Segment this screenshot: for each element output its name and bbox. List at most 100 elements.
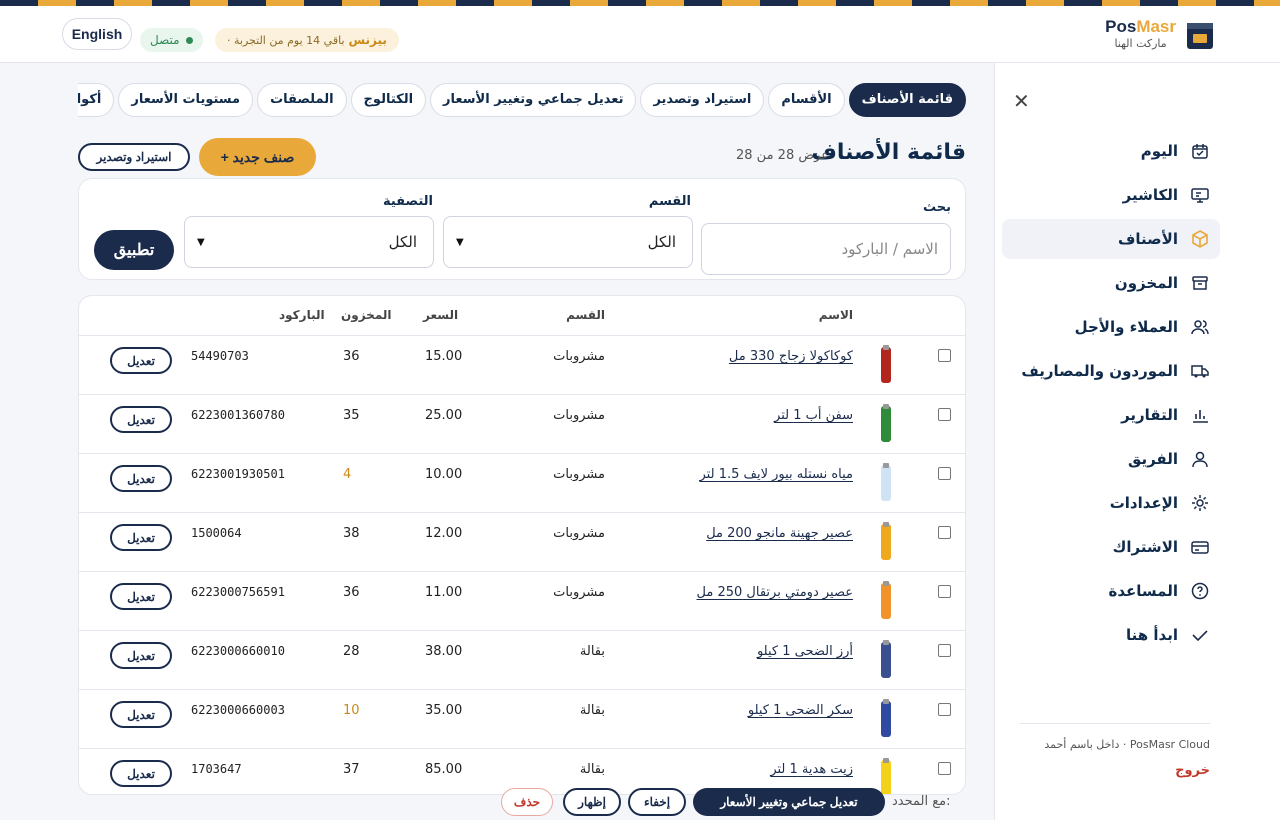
sidebar-item-label: المخزون (1114, 274, 1178, 292)
product-name-link[interactable]: مياه نستله بيور لايف 1.5 لتر (699, 467, 853, 482)
bulk-edit-button[interactable]: تعديل جماعي وتغيير الأسعار (693, 788, 885, 816)
product-name-link[interactable]: أرز الضحى 1 كيلو (757, 644, 853, 659)
new-item-button[interactable]: + صنف جديد (199, 138, 316, 176)
row-checkbox[interactable] (938, 585, 951, 598)
product-barcode: 1500064 (191, 526, 242, 540)
status-dot-icon (185, 36, 193, 44)
sidebar-footer: داخل باسم أحمد · PosMasr Cloud خروج (1020, 723, 1210, 778)
product-price: 38.00 (425, 644, 463, 659)
search-input[interactable]: الاسم / الباركود (701, 223, 951, 275)
bulk-actions-bar: مع المحدد: تعديل جماعي وتغيير الأسعار إخ… (0, 785, 994, 820)
row-checkbox[interactable] (938, 467, 951, 480)
sidebar-item-label: المساعدة (1108, 582, 1179, 600)
category-select[interactable]: ▼ الكل (443, 216, 693, 268)
product-thumbnail (881, 522, 891, 560)
status-filter-select[interactable]: ▼ الكل (184, 216, 434, 268)
product-thumbnail (881, 463, 891, 501)
tab-7[interactable]: أكواد الضرائب (78, 83, 115, 117)
product-price: 11.00 (425, 585, 463, 600)
product-barcode: 1703647 (191, 762, 242, 776)
product-thumbnail (881, 404, 891, 442)
sidebar-item-7[interactable]: الفريق (1002, 439, 1220, 479)
edit-button[interactable]: تعديل (110, 524, 172, 551)
product-price: 35.00 (425, 703, 463, 718)
product-barcode: 6223000660010 (191, 644, 285, 658)
sidebar-item-10[interactable]: المساعدة (1002, 571, 1220, 611)
edit-button[interactable]: تعديل (110, 347, 172, 374)
edit-button[interactable]: تعديل (110, 642, 172, 669)
product-stock: 37 (343, 762, 360, 777)
user-icon (1190, 449, 1210, 469)
brand: PosMasr ماركت الهنا (1105, 18, 1176, 49)
calendar-check-icon (1190, 141, 1210, 161)
show-button[interactable]: إظهار (563, 788, 621, 816)
product-stock: 28 (343, 644, 360, 659)
edit-button[interactable]: تعديل (110, 406, 172, 433)
product-category: مشروبات (553, 526, 605, 541)
delete-button[interactable]: حذف (501, 788, 553, 816)
sidebar-item-label: الكاشير (1122, 186, 1178, 204)
tab-3[interactable]: تعديل جماعي وتغيير الأسعار (430, 83, 637, 117)
edit-button[interactable]: تعديل (110, 760, 172, 787)
sidebar-item-6[interactable]: التقارير (1002, 395, 1220, 435)
sidebar-item-label: العملاء والأجل (1074, 318, 1178, 336)
tab-0[interactable]: قائمة الأصناف (848, 83, 966, 117)
sidebar-item-0[interactable]: اليوم (1002, 131, 1220, 171)
sidebar-item-9[interactable]: الاشتراك (1002, 527, 1220, 567)
hide-button[interactable]: إخفاء (628, 788, 686, 816)
sidebar-item-11[interactable]: ابدأ هنا (1002, 615, 1220, 655)
close-icon[interactable]: ✕ (1013, 89, 1030, 113)
table-row: سكر الضحى 1 كيلو بقالة 35.00 10 622300066000… (79, 690, 965, 749)
items-count: عرض 28 من 28 (736, 148, 829, 163)
product-category: مشروبات (553, 467, 605, 482)
product-stock: 35 (343, 408, 360, 423)
sidebar-item-8[interactable]: الإعدادات (1002, 483, 1220, 523)
row-checkbox[interactable] (938, 526, 951, 539)
import-export-button[interactable]: استيراد وتصدير (78, 143, 190, 171)
sidebar-item-5[interactable]: الموردون والمصاريف (1002, 351, 1220, 391)
product-name-link[interactable]: سكر الضحى 1 كيلو (748, 703, 853, 718)
apply-button[interactable]: تطبيق (94, 230, 174, 270)
product-category: بقالة (579, 644, 605, 659)
sidebar-item-2[interactable]: الأصناف (1002, 219, 1220, 259)
tab-2[interactable]: استيراد وتصدير (640, 83, 765, 117)
tab-5[interactable]: الملصقات (257, 83, 347, 117)
logout-link[interactable]: خروج (1020, 763, 1210, 778)
product-name-link[interactable]: عصير دومتي برتقال 250 مل (697, 585, 853, 600)
items-table: الاسم القسم السعر المخزون الباركود كوكاك… (78, 295, 966, 795)
row-checkbox[interactable] (938, 408, 951, 421)
truck-icon (1190, 361, 1210, 381)
check-icon (1190, 625, 1210, 645)
sidebar-item-1[interactable]: الكاشير (1002, 175, 1220, 215)
tab-4[interactable]: الكتالوج (350, 83, 427, 117)
product-name-link[interactable]: سفن أب 1 لتر (774, 408, 853, 423)
sidebar-item-label: ابدأ هنا (1126, 626, 1178, 644)
row-checkbox[interactable] (938, 703, 951, 716)
search-label: بحث (922, 200, 951, 215)
table-row: عصير جهينة مانجو 200 مل مشروبات 12.00 38 150… (79, 513, 965, 572)
row-checkbox[interactable] (938, 644, 951, 657)
sidebar: ✕ اليوم الكاشير الأصناف المخزون العملاء والأ… (994, 63, 1280, 820)
tab-1[interactable]: الأقسام (768, 83, 845, 117)
edit-button[interactable]: تعديل (110, 701, 172, 728)
product-category: مشروبات (553, 585, 605, 600)
language-button[interactable]: English (62, 18, 132, 50)
product-name-link[interactable]: زيت هدية 1 لتر (770, 762, 853, 777)
product-price: 10.00 (425, 467, 463, 482)
product-name-link[interactable]: عصير جهينة مانجو 200 مل (706, 526, 853, 541)
product-barcode: 6223001930501 (191, 467, 285, 481)
category-label: القسم (648, 194, 691, 209)
edit-button[interactable]: تعديل (110, 465, 172, 492)
logged-in-user: داخل باسم أحمد · PosMasr Cloud (1044, 738, 1210, 751)
product-name-link[interactable]: كوكاكولا زجاج 330 مل (729, 349, 853, 364)
sidebar-item-3[interactable]: المخزون (1002, 263, 1220, 303)
chevron-down-icon: ▼ (456, 236, 464, 248)
row-checkbox[interactable] (938, 762, 951, 775)
sidebar-item-4[interactable]: العملاء والأجل (1002, 307, 1220, 347)
edit-button[interactable]: تعديل (110, 583, 172, 610)
product-stock: 4 (343, 467, 352, 482)
box-icon (1190, 229, 1210, 249)
table-row: سفن أب 1 لتر مشروبات 25.00 35 6223001360780 ت… (79, 395, 965, 454)
row-checkbox[interactable] (938, 349, 951, 362)
tab-6[interactable]: مستويات الأسعار (118, 83, 254, 117)
